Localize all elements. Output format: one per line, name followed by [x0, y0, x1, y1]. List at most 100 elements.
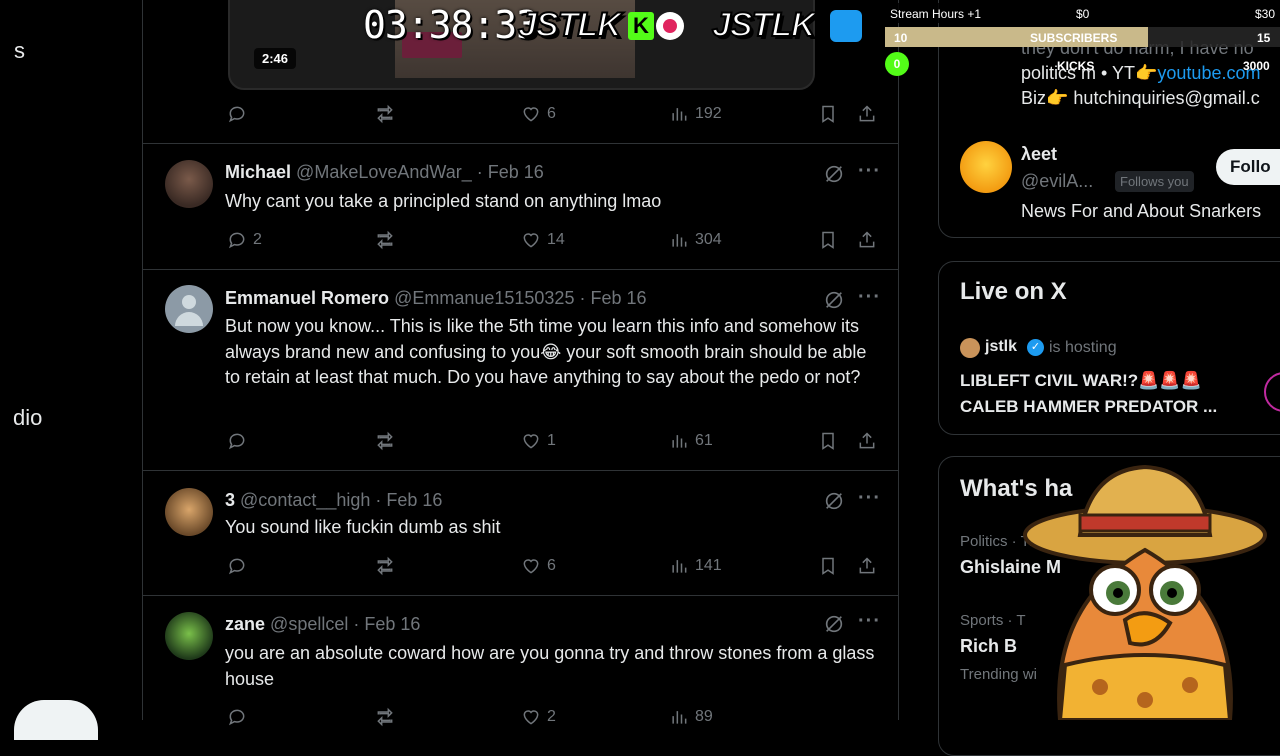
tweet[interactable]: zane @spellcel · Feb 16 ··· you are an a… [143, 596, 898, 727]
grok-icon[interactable] [823, 163, 845, 185]
reply-icon [228, 106, 245, 123]
post-button[interactable] [14, 700, 98, 740]
view-count: 89 [695, 708, 713, 725]
kicks-goal-bar: 0 KICKS 3000 [885, 52, 1280, 76]
host-name[interactable]: jstlk [985, 338, 1017, 356]
logo-text: JSTLK [711, 5, 817, 45]
like-count: 6 [547, 105, 556, 122]
views-icon [672, 560, 687, 573]
tweet[interactable]: Emmanuel Romero @Emmanue15150325 · Feb 1… [143, 270, 898, 470]
subs-goal-bar: 10 SUBSCRIBERS 15 [885, 27, 1280, 47]
suggest-handle[interactable]: @evilA... [1021, 171, 1093, 192]
share-button[interactable] [857, 431, 877, 451]
kick-icon: K [628, 12, 654, 40]
heart-icon [523, 559, 539, 574]
like-button[interactable]: 14 [521, 230, 565, 250]
views-button[interactable]: 304 [669, 230, 722, 250]
tweet-actions: 1 61 [225, 431, 885, 455]
grok-icon[interactable] [823, 289, 845, 311]
reply-icon [228, 232, 245, 249]
author-name[interactable]: Michael [225, 162, 291, 182]
tweet[interactable]: 3 @contact__high · Feb 16 ··· You sound … [143, 471, 898, 595]
like-button[interactable]: 2 [521, 707, 556, 727]
timeline-column: 2:46 6 192 Michael @MakeLoveAndWar_ · Fe… [142, 0, 899, 727]
bookmark-button[interactable] [818, 104, 838, 124]
kicks-label: KICKS [1057, 59, 1095, 73]
penguin-mascot [1023, 464, 1267, 720]
bookmark-button[interactable] [818, 556, 838, 576]
more-options-icon[interactable]: ··· [858, 487, 881, 510]
author-handle[interactable]: @contact__high · Feb 16 [240, 490, 442, 510]
reply-button[interactable] [227, 431, 253, 451]
trend-headline[interactable]: Rich B [960, 636, 1017, 657]
more-options-icon[interactable]: ··· [858, 160, 881, 183]
grok-icon[interactable] [823, 613, 845, 635]
avatar-default[interactable] [165, 285, 213, 333]
subs-goal: 15 [1257, 31, 1271, 45]
tweet-actions: 6 141 [225, 556, 885, 580]
bookmark-button[interactable] [818, 230, 838, 250]
author-name[interactable]: Emmanuel Romero [225, 288, 389, 308]
follow-button[interactable]: Follo [1216, 149, 1280, 185]
avatar[interactable] [165, 612, 213, 660]
host-avatar[interactable] [960, 338, 980, 358]
share-button[interactable] [857, 104, 877, 124]
tweet[interactable]: Michael @MakeLoveAndWar_ · Feb 16 ··· Wh… [143, 144, 898, 269]
stream-title-line[interactable]: CALEB HAMMER PREDATOR ... [960, 397, 1217, 417]
author-name[interactable]: 3 [225, 490, 235, 510]
share-button[interactable] [857, 556, 877, 576]
bookmark-icon [822, 557, 834, 575]
nav-label-fragment-audio[interactable]: dio [13, 405, 42, 431]
kick-logo: JSTLK K [517, 5, 684, 45]
share-button[interactable] [857, 230, 877, 250]
nav-label-fragment[interactable]: s [14, 38, 25, 64]
views-button[interactable]: 61 [669, 431, 713, 451]
reply-button[interactable] [227, 556, 253, 576]
tweet-actions: 6 192 [225, 104, 885, 128]
avatar[interactable] [165, 160, 213, 208]
reply-button[interactable]: 2 [227, 230, 262, 250]
reply-icon [228, 558, 245, 575]
like-count: 6 [547, 557, 556, 574]
stream-title-line[interactable]: LIBLEFT CIVIL WAR!?🚨🚨🚨 [960, 371, 1202, 391]
logo-text: JSTLK [517, 5, 623, 45]
repost-button[interactable] [375, 707, 395, 727]
grok-icon[interactable] [823, 490, 845, 512]
like-button[interactable]: 6 [521, 104, 556, 124]
view-count: 141 [695, 557, 722, 574]
repost-icon [377, 104, 393, 124]
like-count: 14 [547, 231, 565, 248]
views-icon [672, 234, 687, 247]
reply-button[interactable] [227, 104, 247, 124]
repost-icon [377, 431, 393, 451]
author-handle[interactable]: @Emmanue15150325 · Feb 16 [394, 288, 646, 308]
view-count: 61 [695, 432, 713, 449]
suggest-avatar[interactable] [960, 141, 1012, 193]
views-button[interactable]: 192 [669, 104, 722, 124]
repost-button[interactable] [375, 556, 395, 576]
reply-button[interactable] [227, 707, 247, 727]
author-handle[interactable]: @MakeLoveAndWar_ · Feb 16 [296, 162, 544, 182]
live-avatar-ring[interactable] [1264, 372, 1280, 412]
suggest-name[interactable]: λeet [1021, 144, 1057, 165]
bookmark-button[interactable] [818, 431, 838, 451]
reply-icon [228, 433, 245, 450]
repost-button[interactable] [375, 431, 395, 451]
avatar[interactable] [165, 488, 213, 536]
twitter-bird-icon [830, 10, 862, 42]
share-icon [859, 231, 875, 248]
bio-line: Biz👉 hutchinquiries@gmail.c [1021, 88, 1260, 108]
views-button[interactable]: 89 [669, 707, 713, 727]
repost-icon [377, 230, 393, 250]
author-handle[interactable]: @spellcel · Feb 16 [270, 614, 420, 634]
like-button[interactable]: 1 [521, 431, 556, 451]
tweet-text: Why cant you take a principled stand on … [225, 191, 662, 211]
money-goal: $30 [1255, 7, 1276, 21]
more-options-icon[interactable]: ··· [858, 610, 881, 633]
like-button[interactable]: 6 [521, 556, 556, 576]
more-options-icon[interactable]: ··· [858, 286, 881, 309]
repost-button[interactable] [375, 230, 395, 250]
repost-button[interactable] [375, 104, 395, 124]
author-name[interactable]: zane [225, 614, 265, 634]
views-button[interactable]: 141 [669, 556, 722, 576]
